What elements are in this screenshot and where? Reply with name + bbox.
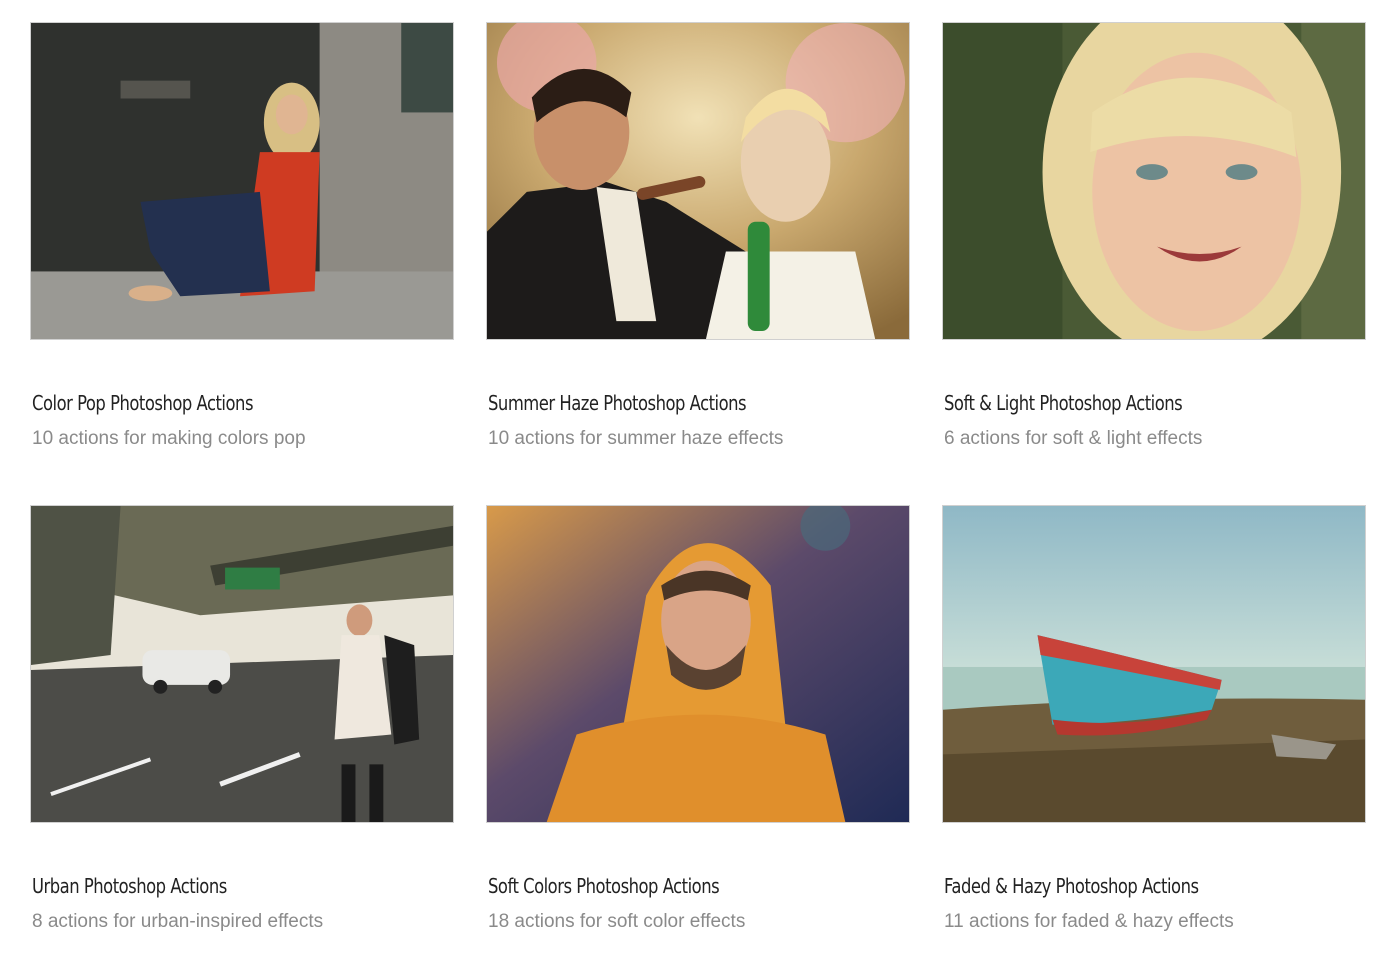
photo-boat-on-shore-icon xyxy=(943,506,1365,822)
photo-urban-street-icon xyxy=(31,506,453,822)
collection-description: 10 actions for summer haze effects xyxy=(488,428,784,449)
photo-wedding-couple-icon xyxy=(487,23,909,339)
collection-title[interactable]: Urban Photoshop Actions xyxy=(32,874,227,898)
collection-thumbnail[interactable] xyxy=(30,505,454,823)
collection-title[interactable]: Summer Haze Photoshop Actions xyxy=(488,391,747,415)
collection-title[interactable]: Soft & Light Photoshop Actions xyxy=(944,391,1183,415)
collections-grid: Color Pop Photoshop Actions 10 actions f… xyxy=(0,0,1400,953)
collection-title[interactable]: Soft Colors Photoshop Actions xyxy=(488,874,720,898)
collection-description: 6 actions for soft & light effects xyxy=(944,428,1203,449)
photo-woman-red-top-icon xyxy=(31,23,453,339)
collection-thumbnail[interactable] xyxy=(486,505,910,823)
collection-title[interactable]: Faded & Hazy Photoshop Actions xyxy=(944,874,1199,898)
collection-thumbnail[interactable] xyxy=(942,22,1366,340)
collection-description: 11 actions for faded & hazy effects xyxy=(944,911,1234,932)
collection-description: 10 actions for making colors pop xyxy=(32,428,306,449)
collection-description: 8 actions for urban-inspired effects xyxy=(32,911,324,932)
collection-thumbnail[interactable] xyxy=(942,505,1366,823)
collection-thumbnail[interactable] xyxy=(486,22,910,340)
photo-smiling-girl-icon xyxy=(943,23,1365,339)
photo-man-orange-hood-icon xyxy=(487,506,909,822)
collection-description: 18 actions for soft color effects xyxy=(488,911,746,932)
collection-thumbnail[interactable] xyxy=(30,22,454,340)
collection-title[interactable]: Color Pop Photoshop Actions xyxy=(32,391,253,415)
